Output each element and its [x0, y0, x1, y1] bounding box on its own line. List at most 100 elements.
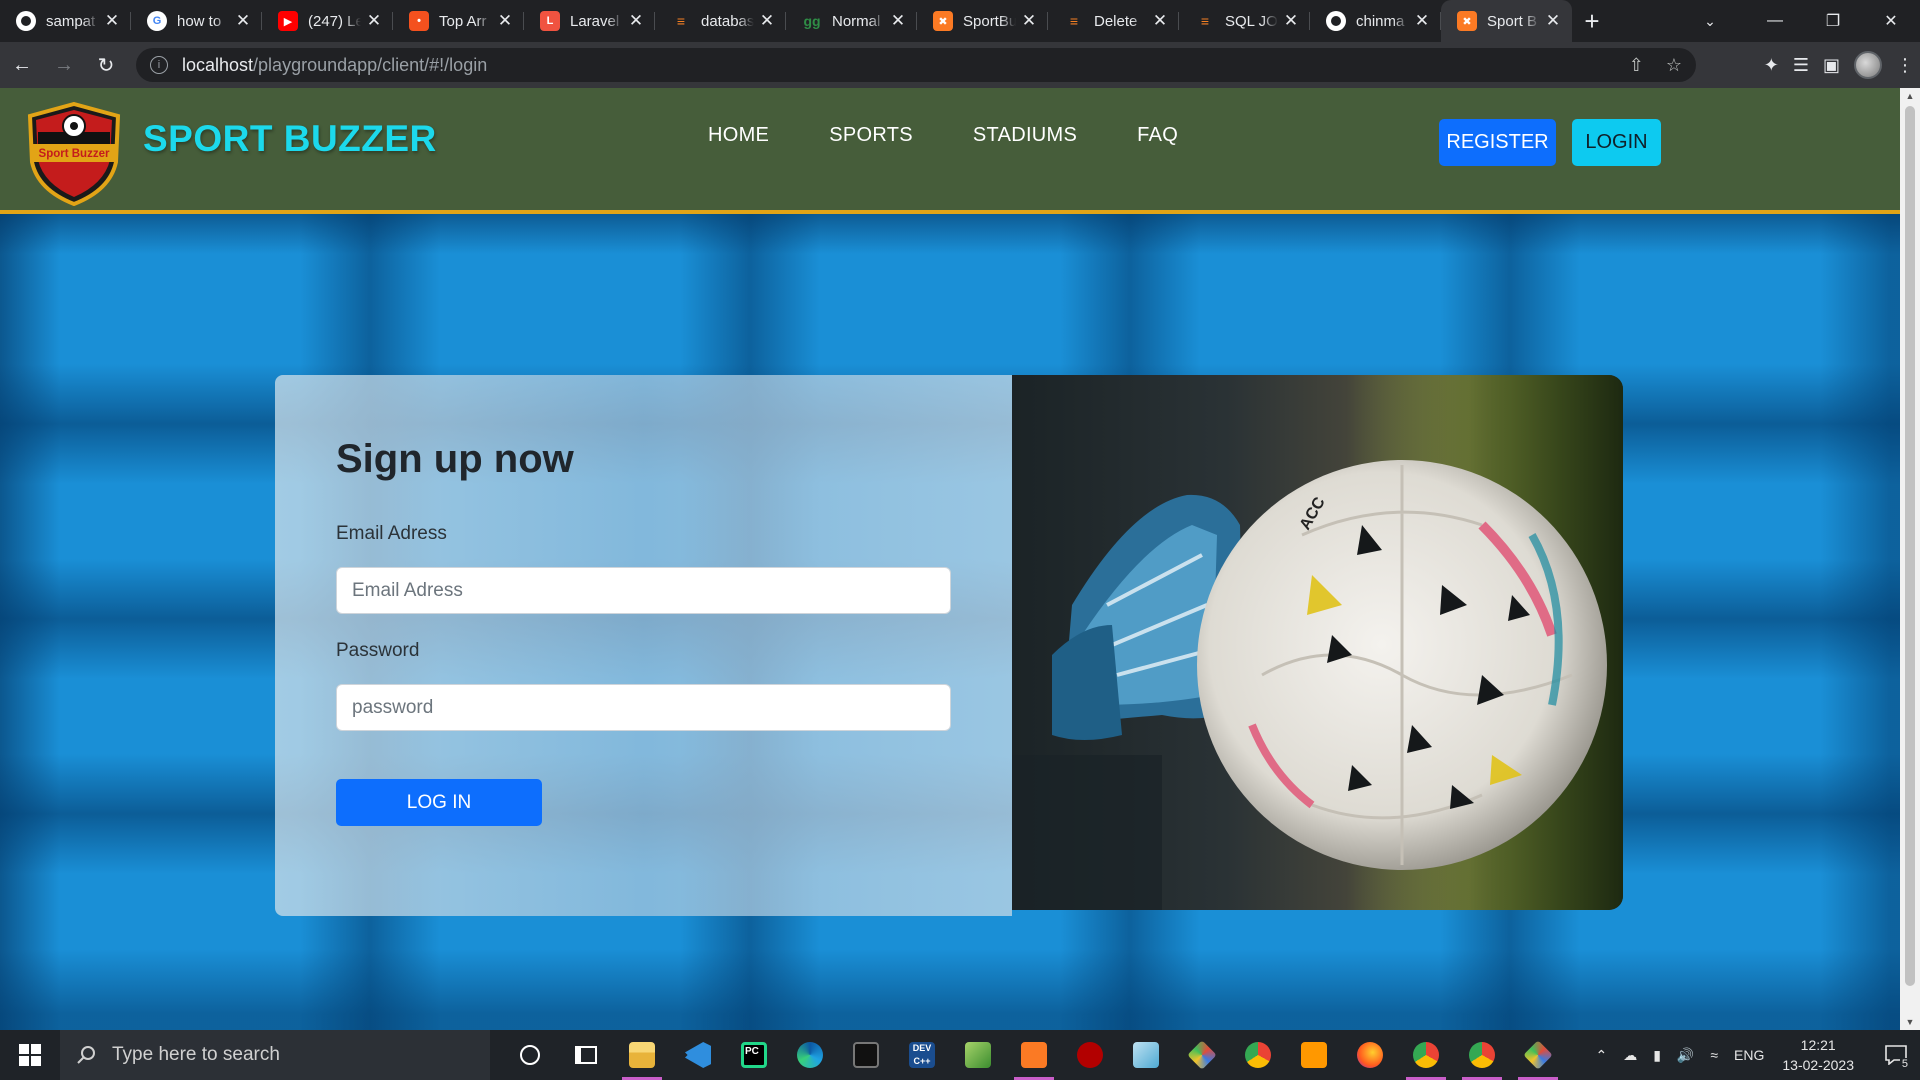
- back-icon[interactable]: ←: [2, 45, 42, 85]
- taskbar-search[interactable]: Type here to search: [60, 1030, 490, 1080]
- nav-home[interactable]: HOME: [708, 124, 769, 147]
- edge-icon[interactable]: [782, 1030, 838, 1080]
- browser-toolbar: ← → ↻ i localhost/playgroundapp/client/#…: [0, 42, 1920, 88]
- notepad-icon[interactable]: [1118, 1030, 1174, 1080]
- clock[interactable]: 12:21 13-02-2023: [1782, 1035, 1854, 1075]
- browser-tab[interactable]: Ghow to ✕: [131, 0, 262, 42]
- language-indicator[interactable]: ENG: [1734, 1047, 1764, 1063]
- clock-date: 13-02-2023: [1782, 1057, 1854, 1073]
- git-icon[interactable]: [1174, 1030, 1230, 1080]
- page-scrollbar[interactable]: ▲ ▼: [1900, 88, 1920, 1030]
- stackoverflow-icon: ≡: [1200, 13, 1210, 29]
- scrollbar-thumb[interactable]: [1905, 106, 1915, 986]
- close-tab-icon[interactable]: ✕: [889, 12, 907, 30]
- minimize-icon[interactable]: —: [1746, 0, 1804, 42]
- taskbar-search-placeholder: Type here to search: [112, 1044, 280, 1065]
- notification-icon[interactable]: 5: [1872, 1030, 1920, 1080]
- tab-search-icon[interactable]: ⌄: [1690, 0, 1730, 42]
- wifi-icon[interactable]: ≈: [1710, 1047, 1718, 1063]
- scroll-up-arrow-icon[interactable]: ▲: [1900, 88, 1920, 104]
- windows-start-icon[interactable]: [0, 1030, 60, 1080]
- geeksforgeeks-icon: gg: [803, 13, 821, 29]
- close-tab-icon[interactable]: ✕: [758, 12, 776, 30]
- browser-tab[interactable]: ≡ Delete ✕: [1048, 0, 1179, 42]
- notepadpp-icon[interactable]: [950, 1030, 1006, 1080]
- browser-tab[interactable]: • Top Arr ✕: [393, 0, 524, 42]
- volume-icon[interactable]: 🔊: [1677, 1047, 1694, 1064]
- email-field[interactable]: [336, 567, 951, 614]
- browser-tab[interactable]: sampat ✕: [0, 0, 131, 42]
- cortana-icon[interactable]: [502, 1030, 558, 1080]
- vscode-icon[interactable]: [670, 1030, 726, 1080]
- register-button[interactable]: REGISTER: [1439, 119, 1556, 166]
- browser-tab[interactable]: ≡ SQL JO ✕: [1179, 0, 1310, 42]
- reload-icon[interactable]: ↻: [86, 45, 126, 85]
- xampp-icon[interactable]: [1006, 1030, 1062, 1080]
- close-tab-icon[interactable]: ✕: [103, 12, 121, 30]
- football-photo: ACC: [1012, 375, 1623, 910]
- login-button[interactable]: LOGIN: [1572, 119, 1661, 166]
- close-tab-icon[interactable]: ✕: [627, 12, 645, 30]
- browser-tab[interactable]: ✖ Sport B ✕: [1441, 0, 1572, 42]
- tab-title: Laravel: [570, 12, 620, 30]
- log-in-button[interactable]: LOG IN: [336, 779, 542, 826]
- tab-title: chinma: [1356, 12, 1405, 30]
- nav-stadiums[interactable]: STADIUMS: [973, 124, 1077, 147]
- extensions-icon[interactable]: ✦: [1764, 55, 1779, 76]
- close-tab-icon[interactable]: ✕: [496, 12, 514, 30]
- address-bar[interactable]: i localhost/playgroundapp/client/#!/logi…: [136, 48, 1696, 82]
- share-icon[interactable]: ⇧: [1629, 55, 1644, 76]
- browser-tab[interactable]: ✖ SportBu ✕: [917, 0, 1048, 42]
- close-tab-icon[interactable]: ✕: [1544, 12, 1562, 30]
- close-tab-icon[interactable]: ✕: [234, 12, 252, 30]
- cloud-icon[interactable]: ☁: [1623, 1047, 1637, 1064]
- chrome-profile2-icon[interactable]: [1454, 1030, 1510, 1080]
- task-view-icon[interactable]: [558, 1030, 614, 1080]
- browser-menu-icon[interactable]: ⋮: [1896, 55, 1914, 76]
- brand-title[interactable]: SPORT BUZZER: [143, 118, 437, 160]
- forward-icon[interactable]: →: [44, 45, 84, 85]
- bookmark-star-icon[interactable]: ☆: [1666, 55, 1682, 76]
- filezilla-icon[interactable]: [1062, 1030, 1118, 1080]
- browser-tab[interactable]: chinma ✕: [1310, 0, 1441, 42]
- restore-icon[interactable]: ❐: [1804, 0, 1862, 42]
- chrome-profile1-icon[interactable]: [1398, 1030, 1454, 1080]
- system-tray: ⌃ ☁ ▮ 🔊 ≈ ENG 12:21 13-02-2023 5: [1587, 1030, 1920, 1080]
- main-nav: HOME SPORTS STADIUMS FAQ: [708, 124, 1178, 147]
- battery-icon[interactable]: ▮: [1653, 1047, 1661, 1064]
- close-tab-icon[interactable]: ✕: [1282, 12, 1300, 30]
- toolbar-actions: ✦ ☰ ▣ ⋮: [1764, 45, 1914, 85]
- close-tab-icon[interactable]: ✕: [1413, 12, 1431, 30]
- terminal-icon[interactable]: [838, 1030, 894, 1080]
- devc-icon[interactable]: DEV C++: [894, 1030, 950, 1080]
- file-explorer-icon[interactable]: [614, 1030, 670, 1080]
- site-info-icon[interactable]: i: [150, 56, 168, 74]
- tray-overflow-icon[interactable]: ⌃: [1595, 1047, 1607, 1064]
- sublime-icon[interactable]: [1286, 1030, 1342, 1080]
- clock-time: 12:21: [1800, 1037, 1836, 1053]
- browser-tab[interactable]: ≡ databas ✕: [655, 0, 786, 42]
- sport-buzzer-logo[interactable]: Sport Buzzer: [24, 102, 124, 206]
- form-title: Sign up now: [336, 437, 574, 481]
- media-queue-icon[interactable]: ☰: [1793, 55, 1809, 76]
- close-tab-icon[interactable]: ✕: [1020, 12, 1038, 30]
- close-tab-icon[interactable]: ✕: [1151, 12, 1169, 30]
- firefox-icon[interactable]: [1342, 1030, 1398, 1080]
- new-tab-button[interactable]: +: [1572, 0, 1612, 42]
- nav-sports[interactable]: SPORTS: [829, 124, 913, 147]
- close-window-icon[interactable]: ✕: [1862, 0, 1920, 42]
- chrome-icon[interactable]: [1230, 1030, 1286, 1080]
- page-background: Sign up now Email Adress Password LOG IN: [0, 214, 1900, 1030]
- browser-tab[interactable]: ▶ (247) Le ✕: [262, 0, 393, 42]
- browser-tab[interactable]: gg Normal ✕: [786, 0, 917, 42]
- close-tab-icon[interactable]: ✕: [365, 12, 383, 30]
- pycharm-icon[interactable]: PC: [726, 1030, 782, 1080]
- profile-avatar[interactable]: [1854, 51, 1882, 79]
- notification-count: 5: [1899, 1058, 1910, 1070]
- browser-tab[interactable]: L Laravel ✕: [524, 0, 655, 42]
- password-field[interactable]: [336, 684, 951, 731]
- side-panel-icon[interactable]: ▣: [1823, 55, 1840, 76]
- nav-faq[interactable]: FAQ: [1137, 124, 1178, 147]
- scroll-down-arrow-icon[interactable]: ▼: [1900, 1014, 1920, 1030]
- git-gui-icon[interactable]: [1510, 1030, 1566, 1080]
